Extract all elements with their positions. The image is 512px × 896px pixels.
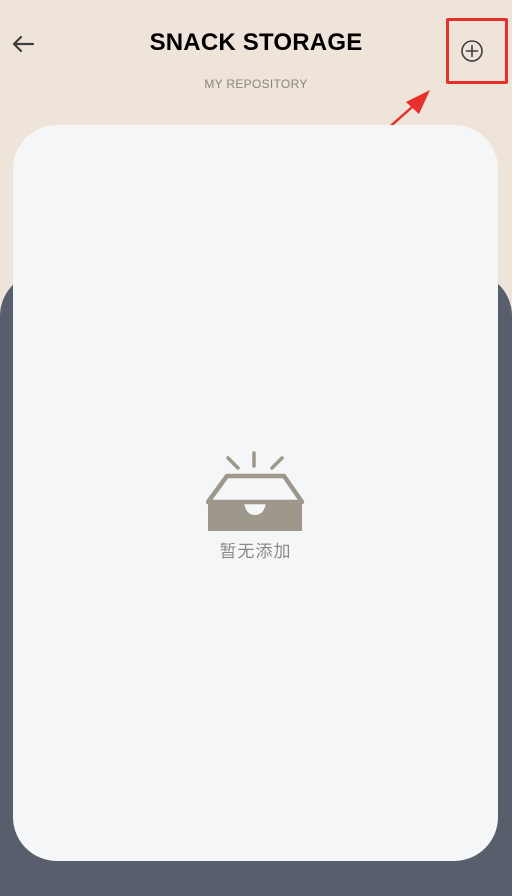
annotation-highlight-box xyxy=(446,18,508,84)
empty-inbox-icon xyxy=(205,451,304,531)
empty-state: 暂无添加 xyxy=(13,450,498,562)
empty-message: 暂无添加 xyxy=(219,542,292,561)
page-title: SNACK STORAGE xyxy=(149,29,363,56)
